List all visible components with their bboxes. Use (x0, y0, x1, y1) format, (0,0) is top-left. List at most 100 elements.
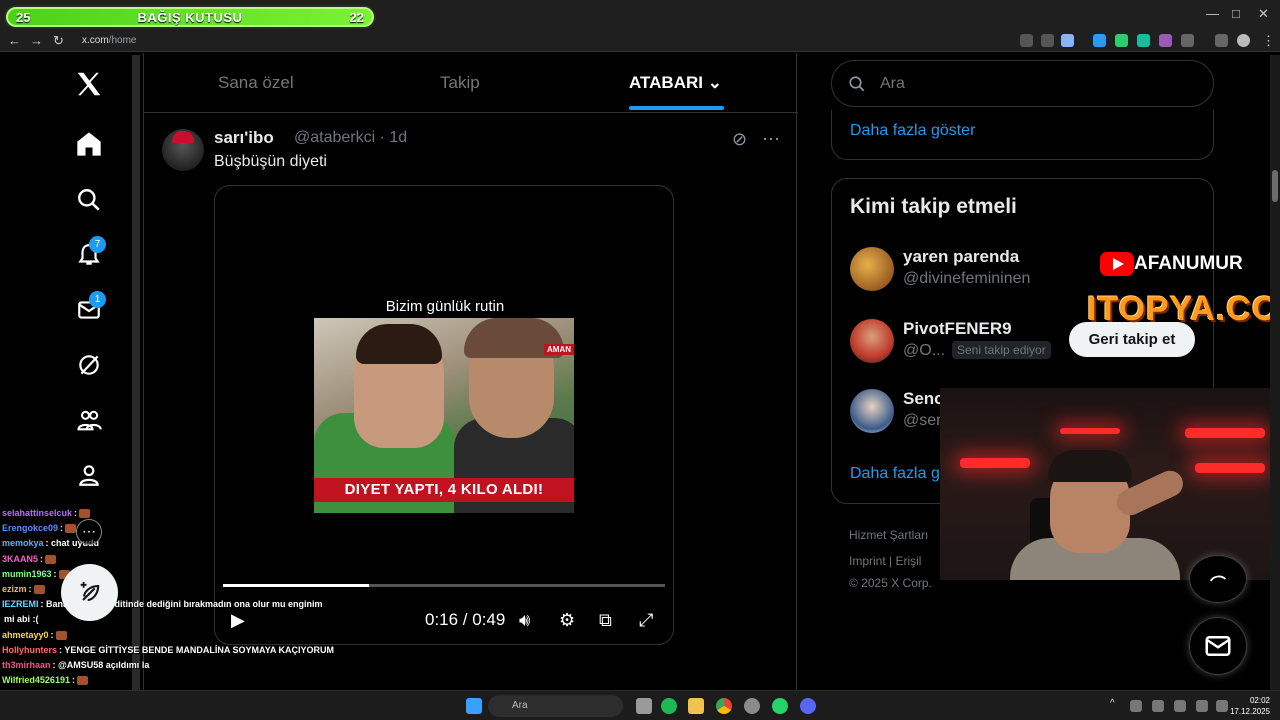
maximize-icon[interactable]: □ (1232, 6, 1240, 21)
spotify-icon[interactable] (661, 698, 677, 714)
donation-right-count: 22 (349, 10, 364, 25)
volume-icon[interactable]: 🔊︎ (519, 610, 530, 631)
search-input[interactable]: Ara (831, 60, 1214, 107)
obs-icon[interactable] (744, 698, 760, 714)
system-clock[interactable]: 02:02 17.12.2025 (1230, 695, 1270, 717)
grok-explain-icon[interactable]: ⊘ (732, 129, 747, 150)
minimize-icon[interactable]: — (1206, 6, 1219, 21)
forward-icon[interactable]: → (30, 33, 43, 48)
post-text: Büşbüşün diyeti (214, 153, 327, 170)
pip-icon[interactable]: ⧉ (599, 610, 612, 631)
video-frame[interactable]: AMAN DIYET YAPTI, 4 KILO ALDI! (314, 318, 574, 513)
follows-you-badge: Seni takip ediyor (952, 341, 1051, 359)
speaker-icon[interactable] (1196, 700, 1208, 712)
reload-icon[interactable]: ↻ (53, 33, 64, 49)
compose-post-button[interactable] (61, 564, 118, 621)
mail-icon (1205, 636, 1231, 656)
terms-link[interactable]: Hizmet Şartları (849, 528, 928, 542)
grok-floating-button[interactable] (1189, 555, 1247, 603)
red-led-light (960, 458, 1030, 468)
trends-panel-bottom: Daha fazla göster (831, 110, 1214, 160)
extension-icon[interactable] (1115, 34, 1128, 47)
chrome-icon[interactable] (716, 698, 732, 714)
extensions-puzzle-icon[interactable] (1181, 34, 1194, 47)
sponsor-logo: ITOPYA.COM (1087, 290, 1280, 328)
clip-headline-banner: DIYET YAPTI, 4 KILO ALDI! (314, 478, 574, 502)
whatsapp-icon[interactable] (772, 698, 788, 714)
chat-message: selahattinselcuk: (2, 508, 91, 519)
task-view-icon[interactable] (636, 698, 652, 714)
tab-following[interactable]: Takip (440, 73, 480, 93)
bookmark-star-icon[interactable] (1061, 34, 1074, 47)
tab-atabari-list[interactable]: ATABARI ⌄ (629, 73, 722, 93)
post-author-name[interactable]: sarı'ibo (214, 128, 274, 148)
avatar[interactable] (162, 129, 204, 171)
tray-icon[interactable] (1130, 700, 1142, 712)
post-author-handle[interactable]: @ataberkci · 1d (294, 129, 407, 147)
suggestion-name[interactable]: PivotFENER9 (903, 319, 1012, 339)
tab-search-icon[interactable] (1215, 34, 1228, 47)
extension-icon[interactable] (1137, 34, 1150, 47)
chat-username: Hollyhunters (2, 644, 58, 655)
more-options-icon[interactable]: ⋯ (762, 129, 780, 150)
back-icon[interactable]: ← (8, 33, 21, 48)
more-nav-button[interactable]: ⋯ (76, 519, 102, 545)
red-led-light (1060, 428, 1120, 434)
cast-icon[interactable] (1020, 34, 1033, 47)
microphone-icon[interactable] (1174, 700, 1186, 712)
chat-text: : (74, 508, 78, 518)
fullscreen-icon[interactable]: ⤢ (639, 610, 653, 631)
browser-menu-icon[interactable]: ⋮ (1262, 33, 1275, 49)
youtube-channel-name: AFANUMUR (1134, 253, 1243, 274)
messages-badge: 1 (89, 291, 106, 308)
webcam-overlay (940, 388, 1280, 580)
suggestion-name[interactable]: yaren parenda (903, 247, 1019, 267)
extension-icon[interactable] (1093, 34, 1106, 47)
tray-chevron-icon[interactable]: ^ (1110, 698, 1120, 714)
avatar[interactable] (850, 247, 894, 291)
zoom-icon[interactable] (1041, 34, 1054, 47)
network-icon[interactable] (1216, 700, 1228, 712)
profile-icon[interactable] (70, 456, 108, 494)
show-more-link[interactable]: Daha fazla göster (850, 122, 975, 140)
avatar[interactable] (850, 319, 894, 363)
home-icon[interactable] (70, 125, 108, 163)
avatar[interactable] (850, 389, 894, 433)
stream-chat-overlay: selahattinselcuk: Erengokce09: memokya: ch… (0, 504, 334, 720)
chat-username: th3mirhaan (2, 660, 51, 670)
scrollbar-thumb[interactable] (1272, 170, 1278, 202)
chat-message: ahmetayy0: (2, 630, 67, 640)
taskbar-search[interactable]: Ara (488, 695, 623, 717)
messages-floating-button[interactable] (1189, 617, 1247, 675)
address-input[interactable]: x.com/home (74, 32, 1004, 50)
extension-icon[interactable] (1159, 34, 1172, 47)
explore-search-icon[interactable] (70, 181, 108, 219)
red-led-light (1185, 428, 1265, 438)
communities-icon[interactable] (70, 401, 108, 439)
windows-taskbar: Ara ^ 02:02 17.12.2025 (0, 690, 1280, 720)
copyright-text: © 2025 X Corp. (849, 576, 932, 590)
profile-avatar-icon[interactable] (1237, 34, 1250, 47)
chat-message: Wilfried4526191: (2, 675, 88, 686)
chat-text: : (28, 584, 32, 594)
windows-start-icon[interactable] (466, 698, 482, 714)
tab-for-you[interactable]: Sana özel (218, 73, 294, 93)
discord-icon[interactable] (800, 698, 816, 714)
notifications-bell-icon[interactable]: 7 (70, 236, 108, 274)
settings-gear-icon[interactable]: ⚙ (559, 610, 575, 631)
grok-icon[interactable] (70, 346, 108, 384)
close-icon[interactable]: ✕ (1258, 6, 1269, 22)
file-explorer-icon[interactable] (688, 698, 704, 714)
wifi-icon[interactable] (1152, 700, 1164, 712)
imprint-link[interactable]: Imprint | Erişil (849, 554, 921, 568)
chat-username: ezizm (2, 584, 27, 594)
chat-text: : YENGE GİTTİYSE BENDE MANDALİNA SOYMAYA… (59, 644, 335, 655)
show-more-link[interactable]: Daha fazla g (850, 465, 940, 483)
suggestion-handle: @ser (903, 412, 942, 429)
page-scrollbar[interactable] (1270, 55, 1280, 700)
x-logo-icon[interactable] (70, 65, 108, 103)
suggestion-name[interactable]: Senc (903, 389, 944, 409)
feather-plus-icon (80, 581, 99, 601)
notifications-badge: 7 (89, 236, 106, 253)
messages-mail-icon[interactable]: 1 (70, 291, 108, 329)
